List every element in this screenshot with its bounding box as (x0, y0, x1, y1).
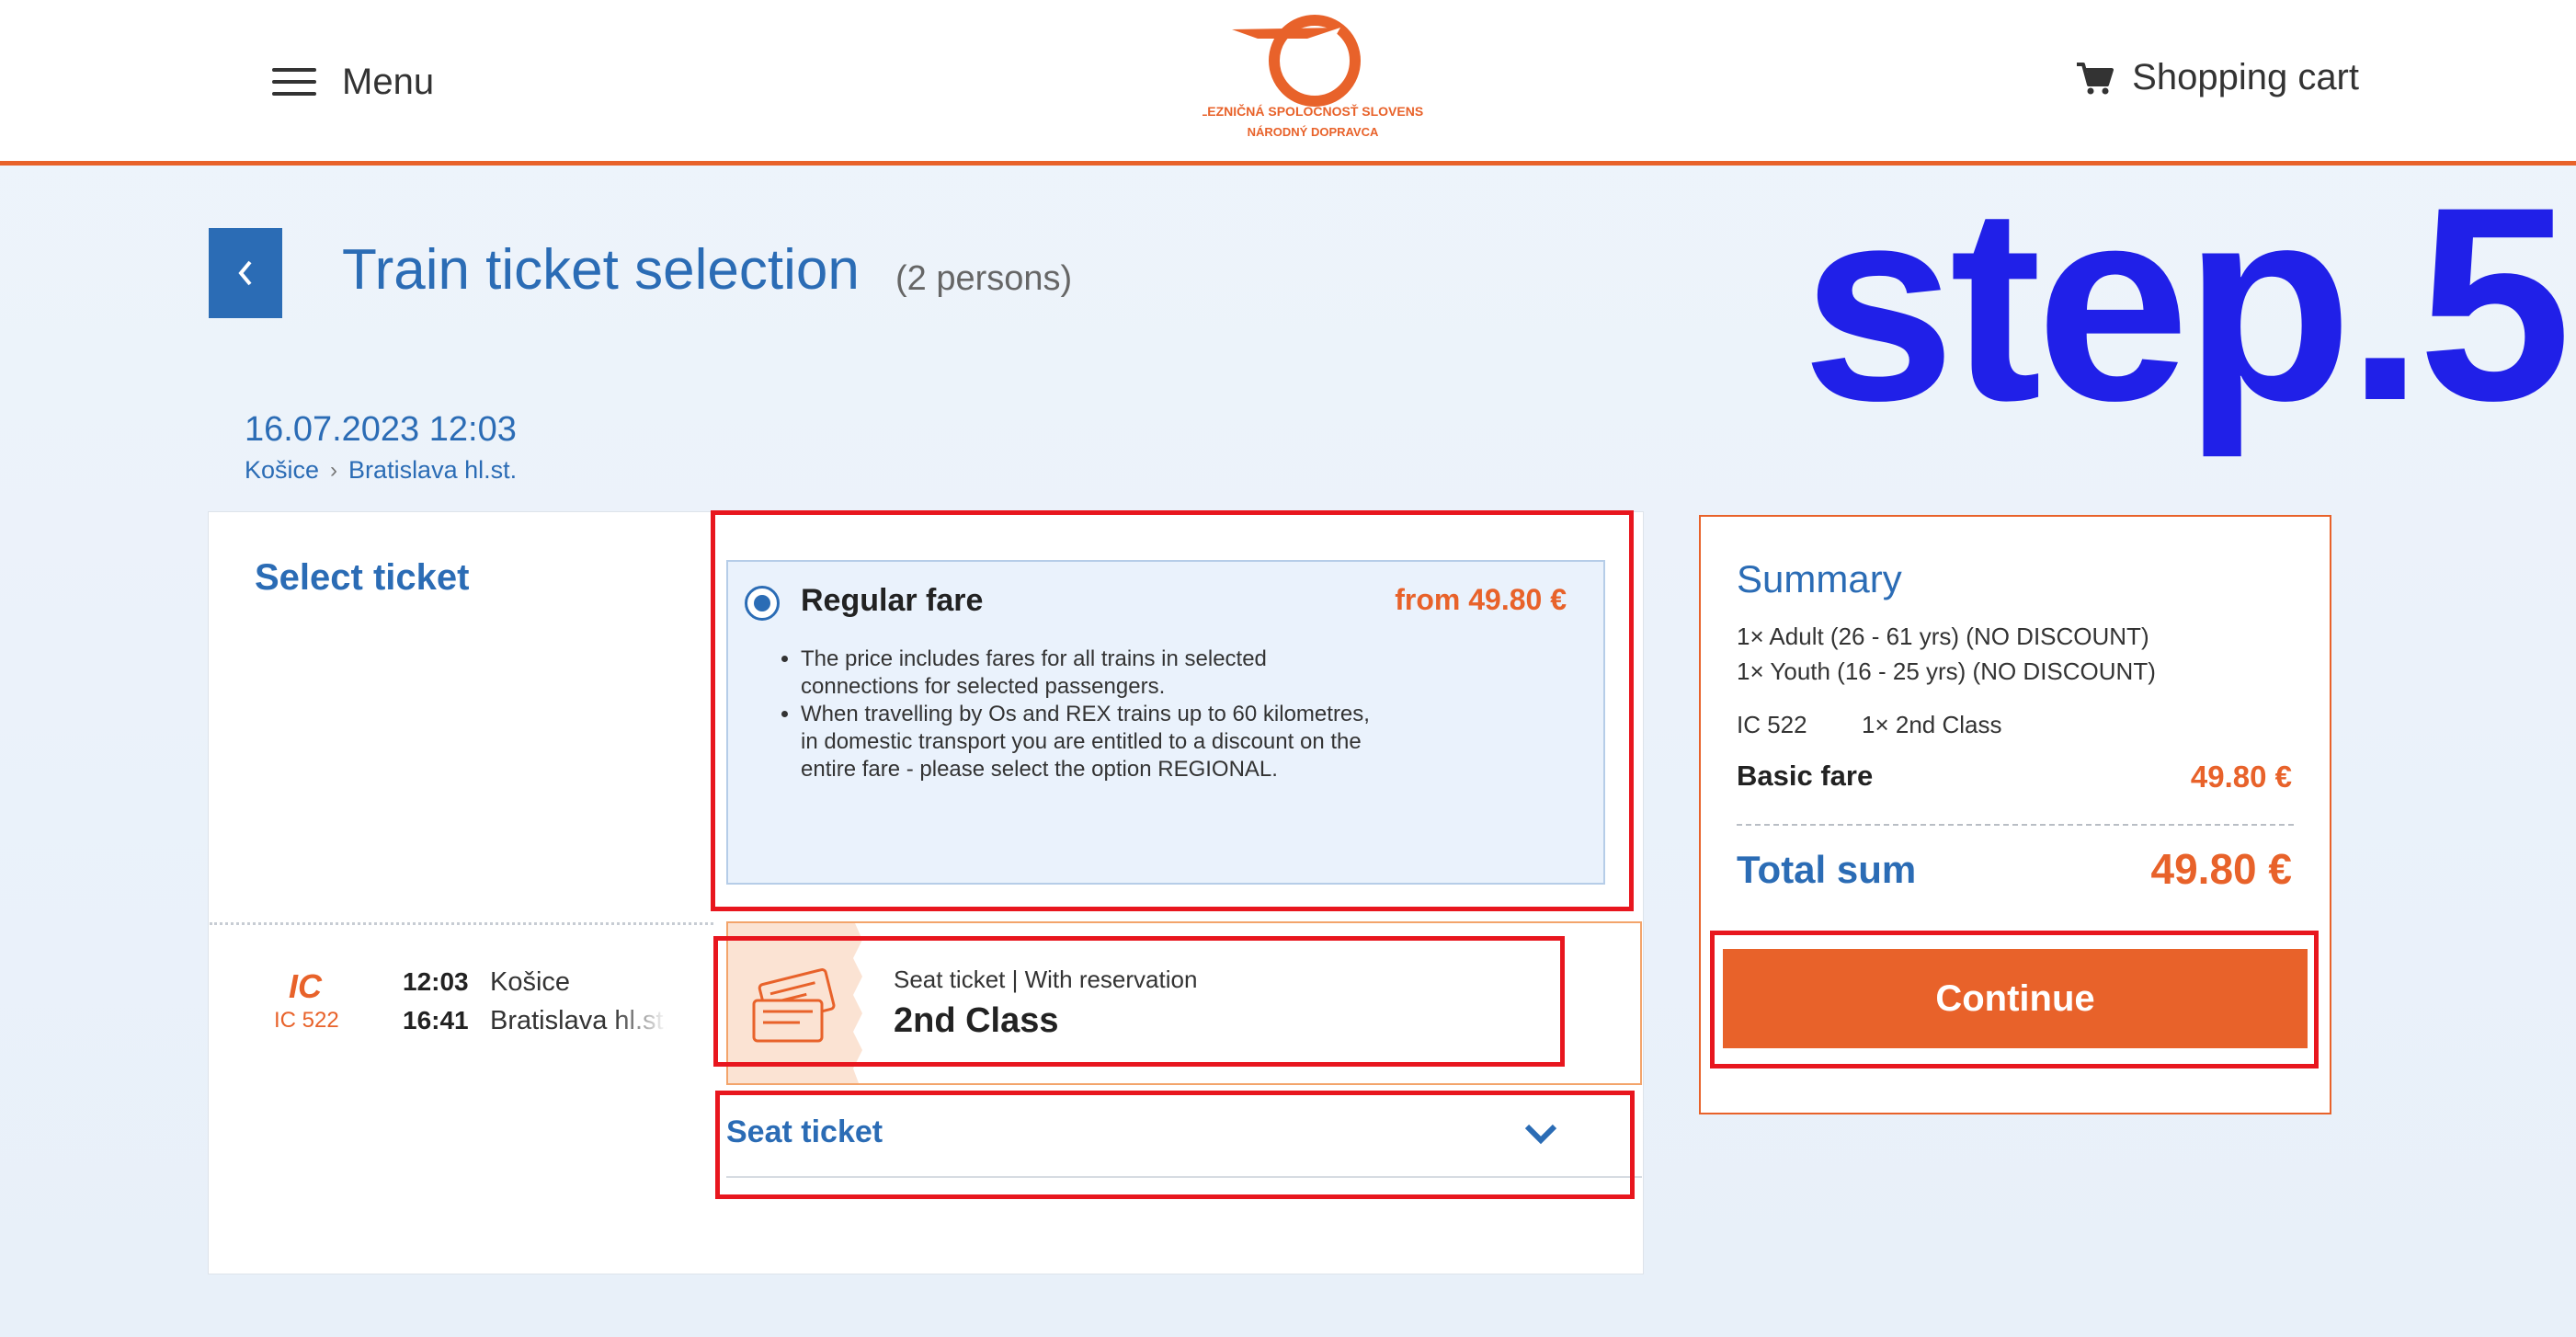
passenger-line: 1× Youth (16 - 25 yrs) (NO DISCOUNT) (1737, 657, 2156, 685)
ticket-icon (728, 923, 862, 1083)
journey-datetime: 16.07.2023 12:03 (245, 410, 517, 449)
ticket-subtitle: Seat ticket | With reservation (894, 966, 1198, 993)
fare-radio[interactable] (745, 586, 780, 621)
ticket-class: 2nd Class (894, 1001, 1059, 1040)
shopping-cart-button[interactable]: Shopping cart (2075, 57, 2359, 98)
fare-info-list: The price includes fares for all trains … (776, 646, 1380, 783)
divider (1737, 824, 2294, 826)
top-header: Menu ŽELEZNIČNÁ SPOLOČNOSŤ SLOVENSKO NÁR… (0, 0, 2576, 166)
summary-class: 1× 2nd Class (1862, 711, 2002, 738)
basic-fare-label: Basic fare (1737, 760, 1874, 792)
continue-button[interactable]: Continue (1723, 949, 2308, 1048)
seat-ticket-toggle[interactable]: Seat ticket (726, 1100, 1642, 1179)
summary-title: Summary (1737, 557, 1902, 600)
back-button[interactable] (209, 228, 282, 318)
seat-ticket-label: Seat ticket (726, 1114, 883, 1149)
page-title: Train ticket selection (342, 238, 860, 302)
arrival-station: Bratislava hl.st. (490, 1006, 667, 1035)
chevron-down-icon (1524, 1124, 1557, 1145)
step-annotation: step.5 (1802, 149, 2571, 458)
menu-label: Menu (342, 61, 435, 102)
select-ticket-heading: Select ticket (255, 557, 470, 598)
fare-price: from 49.80 € (1395, 583, 1567, 616)
passenger-line: 1× Adult (26 - 61 yrs) (NO DISCOUNT) (1737, 623, 2149, 650)
train-number: IC 522 (274, 1008, 339, 1033)
chevron-left-icon (238, 260, 252, 286)
logo-text-2: NÁRODNÝ DOPRAVCA (1248, 125, 1379, 139)
total-sum-value: 49.80 € (2150, 845, 2292, 893)
cart-label: Shopping cart (2132, 57, 2359, 97)
summary-train: IC 522 (1737, 711, 1807, 738)
divider (726, 1176, 1642, 1178)
departure-station: Košice (490, 967, 571, 997)
departure-time: 12:03 (403, 967, 469, 996)
logo-text-1: ŽELEZNIČNÁ SPOLOČNOSŤ SLOVENSKO (1203, 103, 1423, 119)
divider (210, 922, 713, 925)
arrival-time: 16:41 (403, 1006, 469, 1034)
fare-name: Regular fare (801, 583, 984, 618)
basic-fare-value: 49.80 € (2190, 760, 2292, 794)
fare-info-item: The price includes fares for all trains … (801, 646, 1380, 701)
route-to: Bratislava hl.st. (348, 456, 518, 484)
menu-button[interactable]: Menu (272, 59, 434, 105)
ic-train-logo: IC (289, 967, 323, 1002)
hamburger-icon (272, 68, 316, 96)
breadcrumb: Košice › Bratislava hl.st. (245, 456, 517, 485)
total-sum-label: Total sum (1737, 848, 1917, 891)
fare-info-item: When travelling by Os and REX trains up … (801, 701, 1380, 783)
svg-text:IC: IC (289, 967, 323, 1002)
cart-icon (2077, 62, 2114, 94)
chevron-right-icon: › (330, 457, 338, 483)
persons-count: (2 persons) (895, 259, 1073, 298)
route-from: Košice (245, 456, 320, 484)
zssk-logo[interactable]: ŽELEZNIČNÁ SPOLOČNOSŤ SLOVENSKO NÁRODNÝ … (1203, 7, 1423, 145)
